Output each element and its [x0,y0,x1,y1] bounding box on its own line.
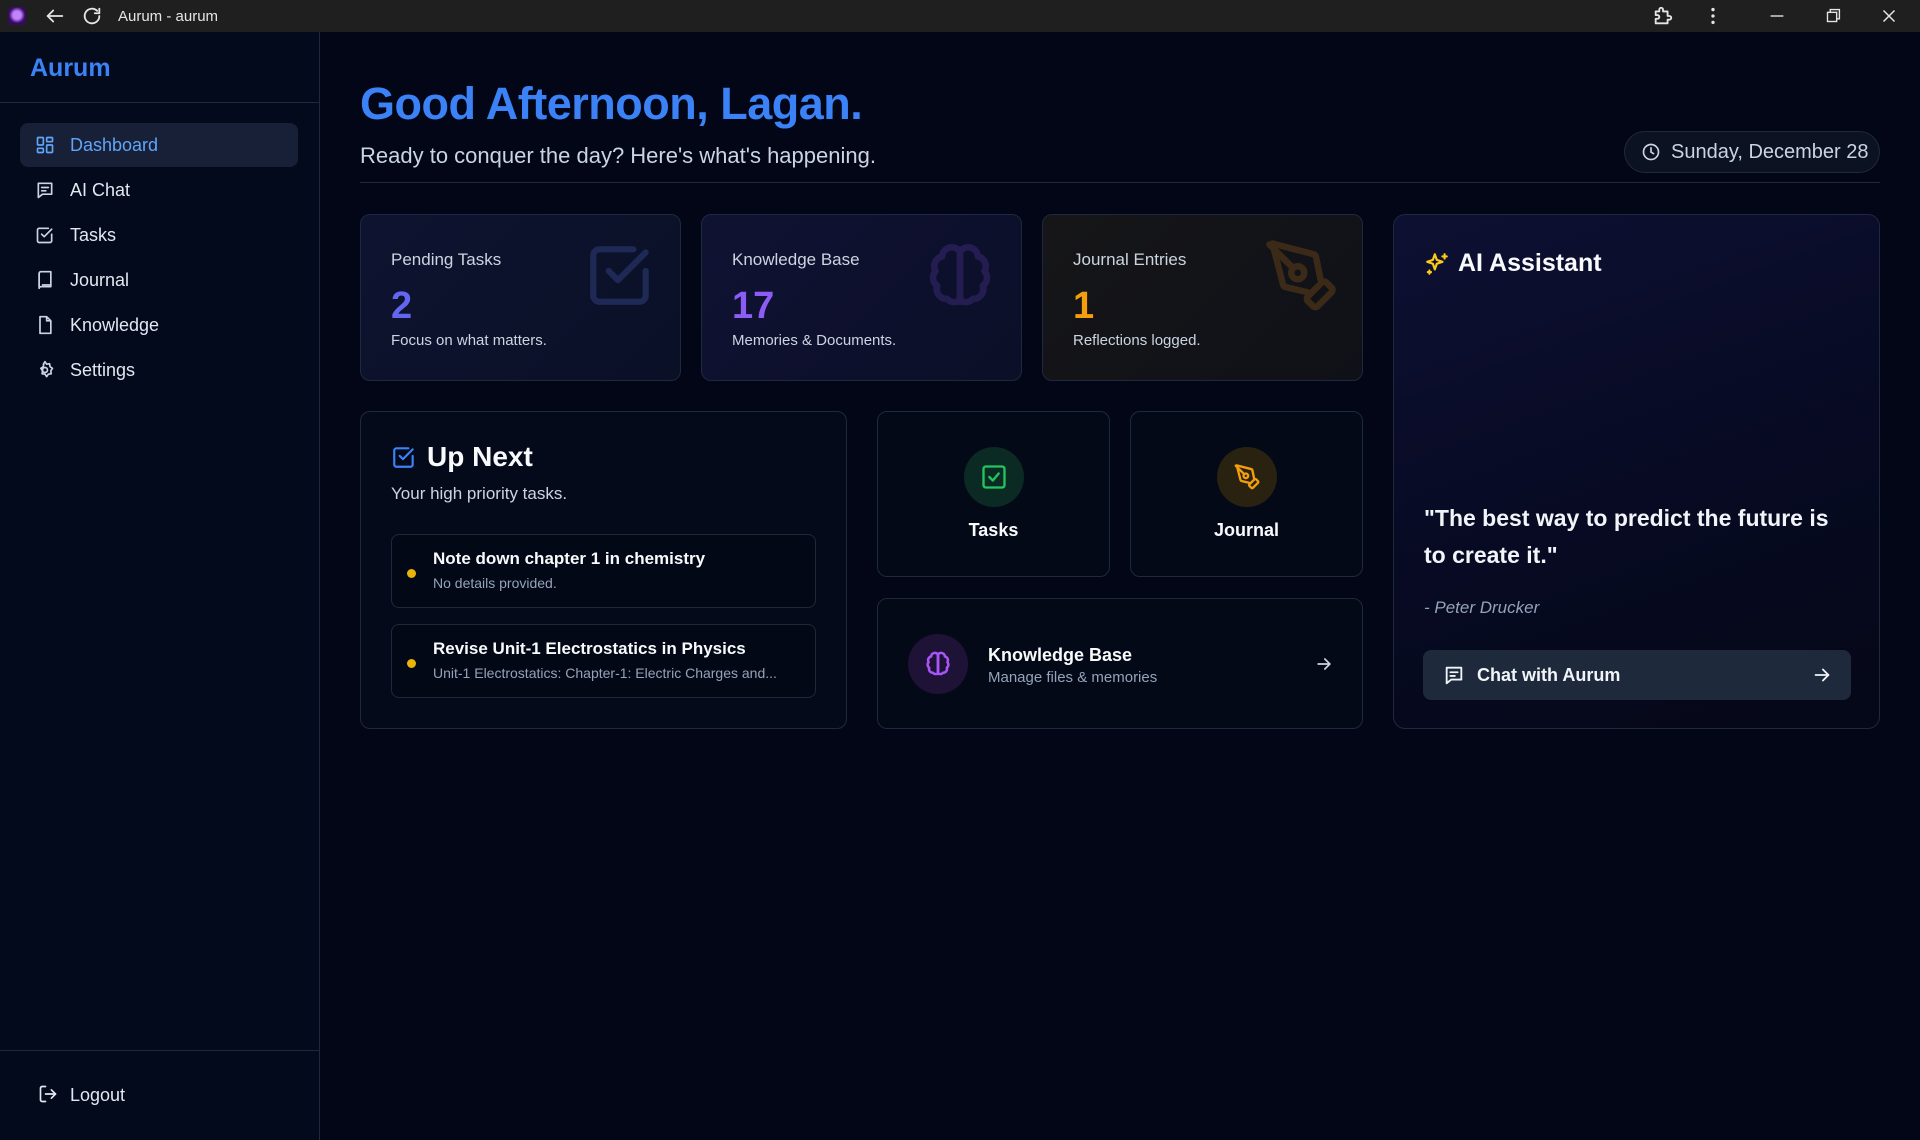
stat-description: Reflections logged. [1073,332,1201,349]
quote-author: - Peter Drucker [1424,598,1540,617]
priority-dot [407,569,416,578]
logout-button[interactable]: Logout [38,1084,125,1106]
logout-label: Logout [70,1084,126,1105]
date-badge: Sunday, December 28 [1624,131,1880,173]
stat-description: Memories & Documents. [732,332,897,349]
arrow-right-icon [1811,664,1833,686]
checkbox-icon [584,237,658,311]
sidebar-item-label: Knowledge [70,314,160,335]
quote-text: "The best way to predict the future is t… [1424,505,1829,568]
ai-assistant-title-text: AI Assistant [1458,249,1602,277]
stat-label: Knowledge Base [732,250,860,269]
priority-dot [407,659,416,668]
up-next-title-text: Up Next [427,441,533,472]
sparkles-icon [1424,251,1450,277]
ai-assistant-title: AI Assistant [1424,249,1602,278]
stat-description: Focus on what matters. [391,332,547,349]
reload-icon[interactable] [81,5,103,27]
window-title: Aurum - aurum [118,8,219,25]
logout-icon [38,1084,60,1106]
clock-icon [1641,142,1661,162]
book-icon [34,269,56,291]
stat-label: Journal Entries [1073,250,1187,269]
task-description: No details provided. [433,575,557,591]
sidebar-item-tasks[interactable]: Tasks [20,213,298,257]
app-icon [8,7,26,25]
sidebar-item-dashboard[interactable]: Dashboard [20,123,298,167]
window-titlebar: Aurum - aurum [0,0,1920,32]
task-description: Unit-1 Electrostatics: Chapter-1: Electr… [433,665,777,681]
chat-button-label: Chat with Aurum [1477,664,1621,685]
sidebar-item-settings[interactable]: Settings [20,348,298,392]
divider [0,1050,319,1051]
brain-icon [908,634,968,694]
divider [360,182,1880,183]
up-next-panel: Up Next Your high priority tasks. Note d… [360,411,847,729]
sidebar-item-label: Settings [70,359,136,380]
date-text: Sunday, December 28 [1671,140,1869,163]
page-title: Good Afternoon, Lagan. [360,78,863,129]
task-item[interactable]: Revise Unit-1 Electrostatics in Physics … [391,624,816,698]
up-next-title: Up Next [391,441,533,473]
stat-card-knowledge-base[interactable]: Knowledge Base 17 Memories & Documents. [701,214,1022,381]
quick-action-knowledge-base[interactable]: Knowledge Base Manage files & memories [877,598,1363,729]
stat-card-journal-entries[interactable]: Journal Entries 1 Reflections logged. [1042,214,1363,381]
knowledge-subtitle: Manage files & memories [988,669,1158,686]
minimize-icon[interactable] [1766,5,1788,27]
up-next-subtitle: Your high priority tasks. [391,484,568,503]
sidebar-nav: Dashboard AI Chat Tasks Journal Knowledg… [20,123,298,393]
restore-icon[interactable] [1822,5,1844,27]
stat-card-pending-tasks[interactable]: Pending Tasks 2 Focus on what matters. [360,214,681,381]
sidebar-item-label: Journal [70,269,130,290]
close-icon[interactable] [1878,5,1900,27]
arrow-right-icon [1314,654,1334,674]
task-title: Note down chapter 1 in chemistry [433,549,706,568]
chat-icon [34,179,56,201]
sidebar-item-journal[interactable]: Journal [20,258,298,302]
sidebar: Aurum Dashboard AI Chat Tasks Journal Kn… [0,32,320,1140]
chat-with-aurum-button[interactable]: Chat with Aurum [1423,650,1851,700]
pen-tool-icon [1217,447,1277,507]
task-item[interactable]: Note down chapter 1 in chemistry No deta… [391,534,816,608]
divider [0,102,319,103]
gear-icon [34,359,56,381]
task-title: Revise Unit-1 Electrostatics in Physics [433,639,746,658]
stat-label: Pending Tasks [391,250,502,269]
extensions-icon[interactable] [1652,5,1674,27]
dashboard-icon [34,134,56,156]
sidebar-item-ai-chat[interactable]: AI Chat [20,168,298,212]
sidebar-item-label: AI Chat [70,179,131,200]
sidebar-item-knowledge[interactable]: Knowledge [20,303,298,347]
brand-logo[interactable]: Aurum [30,54,111,83]
back-icon[interactable] [44,5,66,27]
chat-icon [1443,664,1465,686]
stat-value: 17 [732,285,775,327]
tile-label: Journal [1213,520,1279,540]
sidebar-item-label: Dashboard [70,134,159,155]
tile-label: Tasks [968,520,1019,540]
ai-assistant-card: AI Assistant "The best way to predict th… [1393,214,1880,729]
more-menu-icon[interactable] [1702,5,1724,27]
knowledge-title: Knowledge Base [988,645,1133,665]
checkbox-icon [391,444,417,470]
stat-value: 1 [1073,285,1095,327]
quick-action-journal[interactable]: Journal [1130,411,1363,577]
brain-icon [921,237,999,315]
checkbox-icon [34,224,56,246]
sidebar-item-label: Tasks [70,224,117,245]
checkbox-icon [964,447,1024,507]
page-subtitle: Ready to conquer the day? Here's what's … [360,143,876,168]
pen-tool-icon [1262,237,1340,315]
stat-value: 2 [391,285,413,327]
file-icon [34,314,56,336]
quick-action-tasks[interactable]: Tasks [877,411,1110,577]
